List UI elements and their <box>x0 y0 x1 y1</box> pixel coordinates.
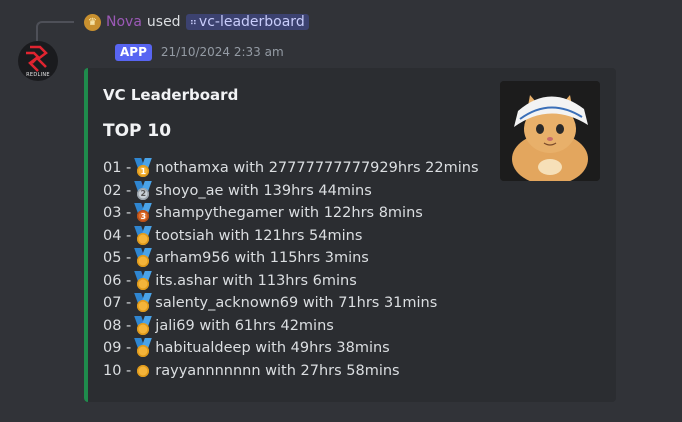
bot-avatar[interactable]: REDLINE <box>18 41 58 81</box>
medal-icon: 2 <box>134 180 153 201</box>
row-text: rayyannnnnnn with 27hrs 58mins <box>155 362 400 379</box>
app-badge: APP <box>115 43 152 61</box>
leaderboard-list: 01 - 1 nothamxa with 27777777777929hrs 2… <box>103 157 479 382</box>
row-text: shoyo_ae with 139hrs 44mins <box>155 182 372 199</box>
medal-icon <box>134 361 152 381</box>
crown-avatar-icon[interactable]: ♛ <box>84 13 101 31</box>
row-rank: 10 - <box>103 362 132 379</box>
medal-icon <box>134 293 153 313</box>
row-rank: 03 - <box>103 205 132 222</box>
row-text: shampythegamer with 122hrs 8mins <box>155 205 423 222</box>
embed-heading: TOP 10 <box>103 121 172 141</box>
command-name: vc-leaderboard <box>198 14 305 30</box>
row-text: nothamxa with 27777777777929hrs 22mins <box>155 160 479 177</box>
command-user-name[interactable]: Nova <box>106 14 142 30</box>
medal-icon <box>134 338 153 358</box>
medal-icon: 3 <box>134 203 153 223</box>
medal-icon <box>134 270 153 291</box>
cat-image <box>500 81 600 181</box>
row-rank: 01 - <box>103 160 132 177</box>
message-header: APP 21/10/2024 2:33 am <box>115 43 284 61</box>
row-text: arham956 with 115hrs 3mins <box>155 250 369 267</box>
reply-connector <box>36 21 74 41</box>
leaderboard-row: 07 - salenty_acknown69 with 71hrs 31mins <box>103 292 479 315</box>
command-usage-line: ♛ Nova used ⠶ vc-leaderboard <box>84 11 309 33</box>
row-text: jali69 with 61hrs 42mins <box>155 317 334 334</box>
row-rank: 02 - <box>103 182 132 199</box>
bot-avatar-label: REDLINE <box>26 72 50 78</box>
row-rank: 08 - <box>103 317 132 334</box>
leaderboard-row: 10 - rayyannnnnnn with 27hrs 58mins <box>103 360 479 383</box>
leaderboard-row: 02 - 2 shoyo_ae with 139hrs 44mins <box>103 180 479 203</box>
row-text: salenty_acknown69 with 71hrs 31mins <box>155 295 438 312</box>
command-used-text: used <box>146 14 181 30</box>
leaderboard-row: 06 - its.ashar with 113hrs 6mins <box>103 270 479 293</box>
row-rank: 04 - <box>103 227 132 244</box>
leaderboard-embed: VC Leaderboard TOP 10 01 - 1 nothamxa wi… <box>84 68 616 402</box>
embed-thumbnail[interactable] <box>500 81 600 181</box>
row-rank: 06 - <box>103 272 132 289</box>
command-pill[interactable]: ⠶ vc-leaderboard <box>185 14 309 30</box>
grid-command-icon: ⠶ <box>189 16 197 28</box>
row-text: habitualdeep with 49hrs 38mins <box>155 340 390 357</box>
row-rank: 05 - <box>103 250 132 267</box>
row-text: its.ashar with 113hrs 6mins <box>155 272 357 289</box>
medal-icon <box>134 225 153 246</box>
row-text: tootsiah with 121hrs 54mins <box>155 227 363 244</box>
embed-title: VC Leaderboard <box>103 86 239 104</box>
leaderboard-row: 04 - tootsiah with 121hrs 54mins <box>103 225 479 248</box>
leaderboard-row: 01 - 1 nothamxa with 27777777777929hrs 2… <box>103 157 479 180</box>
row-rank: 09 - <box>103 340 132 357</box>
medal-icon <box>134 248 153 268</box>
leaderboard-row: 08 - jali69 with 61hrs 42mins <box>103 315 479 338</box>
leaderboard-row: 09 - habitualdeep with 49hrs 38mins <box>103 337 479 360</box>
medal-icon: 1 <box>134 158 153 178</box>
medal-icon <box>134 315 153 336</box>
row-rank: 07 - <box>103 295 132 312</box>
message-timestamp[interactable]: 21/10/2024 2:33 am <box>161 45 284 59</box>
leaderboard-row: 05 - arham956 with 115hrs 3mins <box>103 247 479 270</box>
leaderboard-row: 03 - 3 shampythegamer with 122hrs 8mins <box>103 202 479 225</box>
